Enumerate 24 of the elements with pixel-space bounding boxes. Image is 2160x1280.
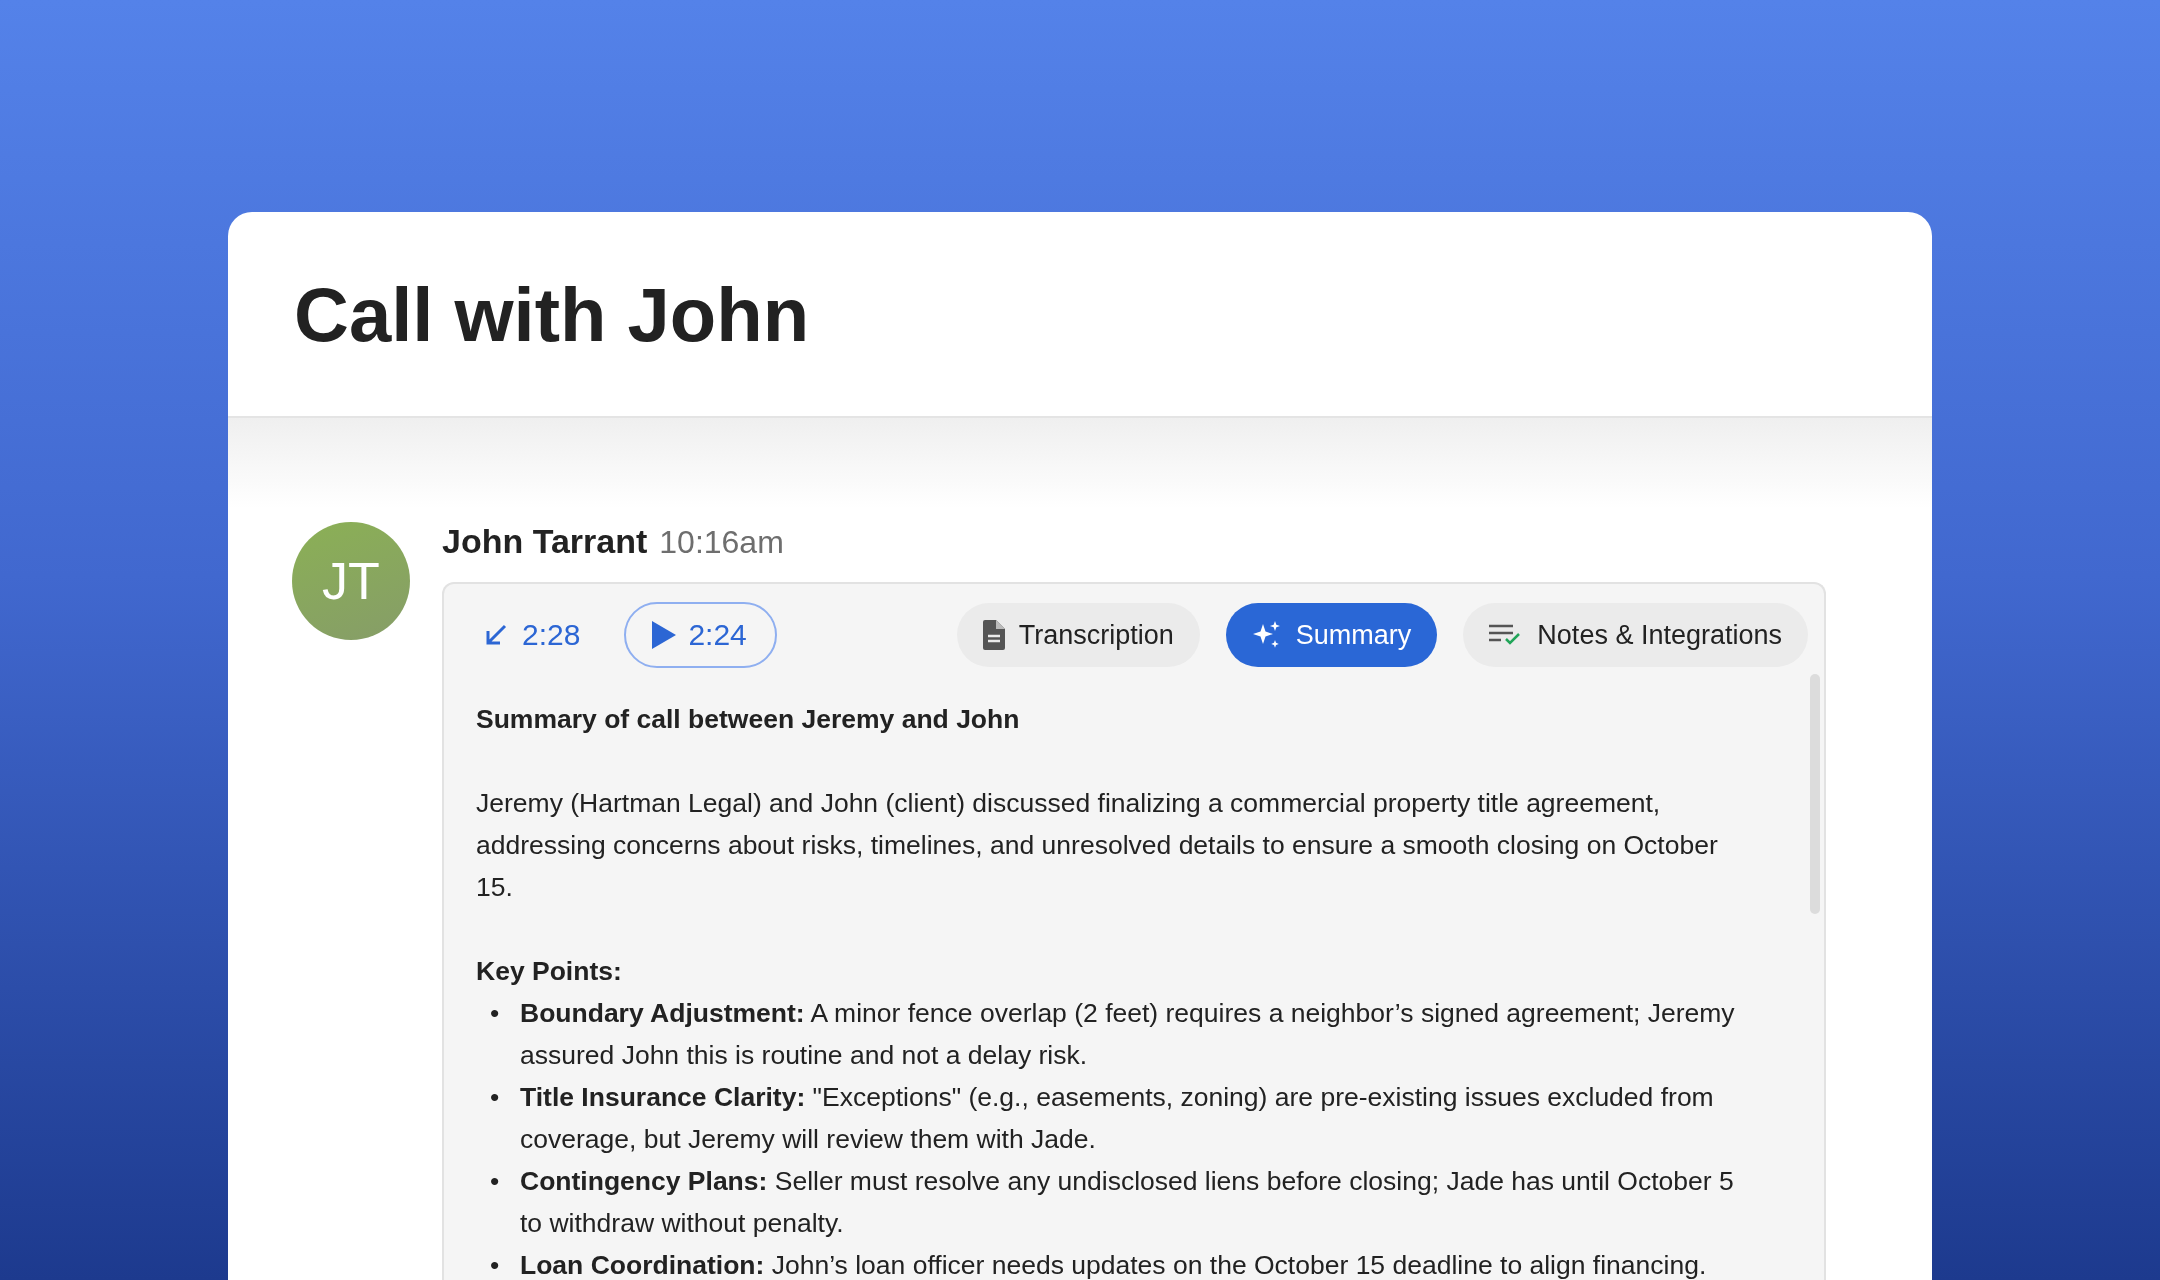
bullet-mark: •: [490, 1249, 501, 1280]
author-name: John Tarrant: [442, 522, 648, 561]
play-icon: [652, 621, 677, 649]
bullet-mark: •: [490, 1081, 501, 1114]
page-title: Call with John: [294, 270, 810, 358]
document-icon: [982, 620, 1005, 650]
scrollbar-thumb[interactable]: [1810, 674, 1820, 914]
summary-heading: Summary of call between Jeremy and John: [476, 703, 1021, 736]
tab[interactable]: Transcription: [956, 603, 1200, 667]
key-point: Boundary Adjustment: A minor fence overlap (2 feet) requires a neighbor’s signed agreement; Jeremy assured John this is routine and not a delay risk.: [520, 997, 1736, 1072]
call-duration-button[interactable]: 2:28: [474, 618, 591, 652]
key-points-heading: Key Points:: [476, 955, 623, 988]
play-button[interactable]: 2:24: [624, 602, 777, 668]
key-point: Title Insurance Clarity: "Exceptions" (e.g., easements, zoning) are pre-existing issues excluded from coverage, but Jeremy will review them with Jade.: [520, 1081, 1715, 1156]
bullet-mark: •: [490, 997, 501, 1030]
key-point: Contingency Plans: Seller must resolve any undisclosed liens before closing; Jade has until October 5 to withdraw without penalty.: [520, 1165, 1735, 1240]
tab[interactable]: Summary: [1225, 603, 1438, 667]
key-point: Loan Coordination: John’s loan officer needs updates on the October 15 deadline to align financing.: [520, 1249, 1708, 1280]
message-time: 10:16am: [659, 524, 784, 561]
tab[interactable]: Notes & Integrations: [1463, 603, 1808, 667]
summary-paragraph: Jeremy (Hartman Legal) and John (client) discussed finalizing a commercial property title agreement, addressing concerns about risks, timelines, and unresolved details to ensure a smooth closing on October 15.: [476, 787, 1719, 904]
bullet-mark: •: [490, 1165, 501, 1198]
arrow-icon: [484, 623, 508, 647]
avatar: JT: [292, 522, 410, 640]
